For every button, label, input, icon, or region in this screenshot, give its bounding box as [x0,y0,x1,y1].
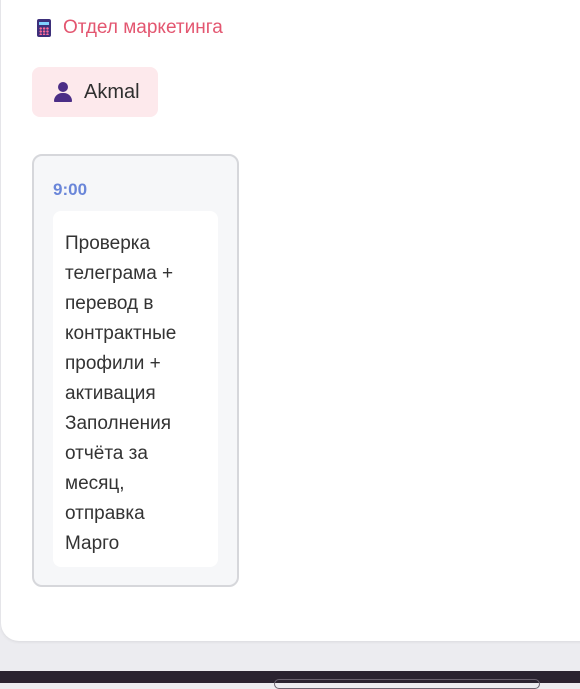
department-header: Отдел маркетинга [37,17,223,39]
user-icon [52,81,74,103]
department-label: Отдел маркетинга [63,17,223,38]
user-chip[interactable]: Akmal [32,67,158,117]
taskbar-search-box[interactable] [274,679,540,689]
user-name: Akmal [84,80,140,103]
abacus-icon [37,19,51,37]
task-block[interactable]: Проверка телеграма + перевод в контрактн… [53,211,218,567]
schedule-time: 9:00 [53,180,88,199]
task-text: Проверка телеграма + перевод в контрактн… [65,233,177,554]
schedule-card[interactable]: 9:00 Проверка телеграма + перевод в конт… [32,154,239,587]
taskbar [0,671,580,689]
